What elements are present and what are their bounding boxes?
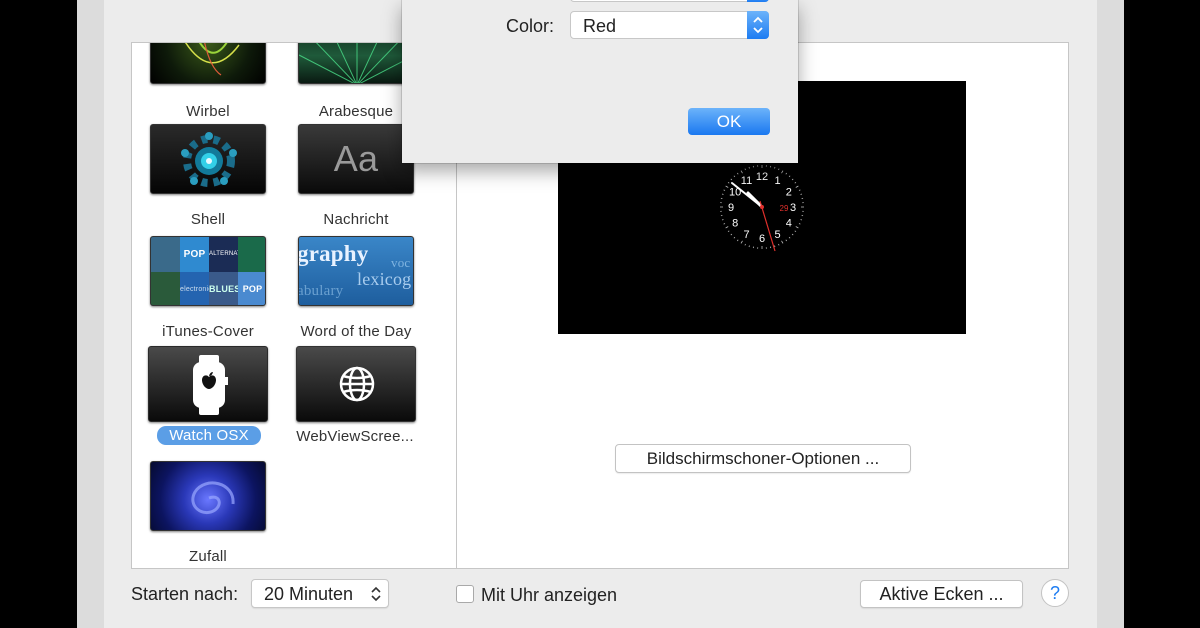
cover-pop: POP bbox=[180, 237, 209, 272]
clock-tick bbox=[736, 239, 739, 242]
clock-tick bbox=[733, 175, 736, 178]
clock-numeral: 11 bbox=[741, 175, 752, 187]
wirbel-thumbnail bbox=[150, 43, 266, 84]
clock-numeral: 5 bbox=[774, 229, 780, 241]
screensaver-label: WebViewScree... bbox=[296, 428, 414, 445]
cover-alternative: ALTERNATIVE bbox=[209, 237, 238, 272]
word-lexicog: lexicog bbox=[357, 269, 412, 289]
screensaver-item-watch-osx[interactable]: Watch OSX bbox=[142, 346, 272, 456]
hot-corners-button[interactable]: Aktive Ecken ... bbox=[860, 580, 1023, 608]
clock-tick bbox=[798, 223, 801, 225]
clock-tick bbox=[785, 239, 788, 242]
clock-tick bbox=[778, 243, 780, 246]
clock-tick bbox=[794, 181, 797, 184]
screensaver-label: Nachricht bbox=[323, 211, 389, 228]
selected-label: Watch OSX bbox=[157, 426, 261, 445]
screensaver-item-word-of-the-day[interactable]: graphy voc lexicog abulary Word of the D… bbox=[291, 236, 421, 340]
screensaver-item-shell[interactable]: Shell bbox=[143, 124, 273, 228]
clock-center bbox=[760, 205, 764, 209]
show-clock-label: Mit Uhr anzeigen bbox=[481, 585, 618, 605]
clock-tick bbox=[791, 178, 794, 181]
screensaver-item-wirbel[interactable]: Wirbel bbox=[143, 43, 273, 120]
clock-tick bbox=[795, 226, 799, 229]
screensaver-label: Zufall bbox=[189, 548, 227, 565]
clock-tick bbox=[725, 226, 729, 229]
clock-tick bbox=[740, 170, 743, 174]
ok-button[interactable]: OK bbox=[688, 108, 770, 135]
clock-tick bbox=[788, 236, 791, 239]
clock-tick bbox=[736, 172, 739, 175]
cover-blues: BLUES bbox=[209, 272, 240, 305]
start-after-select[interactable]: 20 Minuten bbox=[251, 579, 389, 608]
clock-tick bbox=[778, 168, 780, 171]
globe-icon bbox=[339, 366, 375, 402]
screensaver-item-itunes-cover[interactable]: POP ALTERNATIVE electronic BLUES POP iTu… bbox=[143, 236, 273, 340]
screensaver-label: Wirbel bbox=[186, 103, 230, 120]
word-abulary: abulary bbox=[298, 283, 344, 299]
clock-numeral: 9 bbox=[728, 202, 734, 214]
chevron-up-down-icon bbox=[371, 586, 381, 602]
clock-numeral: 1 bbox=[774, 175, 780, 187]
clock-tick bbox=[781, 170, 784, 174]
screensaver-item-zufall[interactable]: Zufall bbox=[143, 461, 273, 565]
nachricht-thumbnail: Aa bbox=[298, 124, 414, 194]
screensaver-label: iTunes-Cover bbox=[162, 323, 254, 340]
clock-tick bbox=[723, 189, 726, 191]
clock-tick bbox=[733, 236, 736, 239]
color-select-value: Red bbox=[583, 16, 617, 36]
show-clock-checkbox[interactable] bbox=[456, 585, 474, 603]
clock-tick bbox=[791, 233, 794, 236]
clock-tick bbox=[781, 240, 784, 244]
help-button[interactable]: ? bbox=[1041, 579, 1069, 607]
clock-tick bbox=[727, 230, 730, 233]
cover-electronic: electronic bbox=[180, 272, 209, 305]
cover-pop-2: POP bbox=[238, 272, 265, 305]
clock-tick bbox=[730, 233, 733, 236]
clock-tick bbox=[785, 172, 788, 175]
watch-icon bbox=[193, 355, 228, 415]
color-select[interactable]: Red bbox=[570, 11, 769, 39]
screensaver-options-button[interactable]: Bildschirmschoner-Optionen ... bbox=[615, 444, 911, 473]
start-after-label: Starten nach: bbox=[131, 584, 239, 604]
clock-numeral: 8 bbox=[732, 218, 738, 230]
clock-tick bbox=[795, 185, 799, 188]
word-graphy: graphy bbox=[298, 241, 369, 266]
clock-tick bbox=[725, 185, 729, 188]
clock-tick bbox=[740, 240, 743, 244]
clock-tick bbox=[723, 223, 726, 225]
screensaver-label: Shell bbox=[190, 211, 226, 228]
clock-numeral: 7 bbox=[743, 229, 749, 241]
clock-tick bbox=[788, 175, 791, 178]
webview-thumbnail bbox=[296, 346, 416, 422]
arabesque-thumbnail bbox=[298, 43, 414, 84]
zufall-thumbnail bbox=[150, 461, 266, 531]
previous-popup[interactable] bbox=[570, 0, 769, 2]
shell-thumbnail bbox=[150, 124, 266, 194]
clock-numeral: 3 bbox=[790, 202, 796, 214]
aa-glyph: Aa bbox=[333, 138, 379, 179]
clock-tick bbox=[744, 168, 746, 171]
word-of-the-day-thumbnail: graphy voc lexicog abulary bbox=[298, 236, 414, 306]
start-after-value: 20 Minuten bbox=[264, 584, 354, 604]
clock-tick bbox=[794, 230, 797, 233]
screensaver-item-webviewscreensaver[interactable]: WebViewScree... bbox=[290, 346, 420, 456]
clock-tick bbox=[744, 243, 746, 246]
clock-tick bbox=[730, 178, 733, 181]
watch-osx-thumbnail bbox=[148, 346, 268, 422]
clock-numeral: 12 bbox=[756, 171, 768, 183]
clock-tick bbox=[727, 181, 730, 184]
popup-chevrons-icon bbox=[747, 11, 769, 39]
clock-tick bbox=[798, 189, 801, 191]
itunes-cover-thumbnail: POP ALTERNATIVE electronic BLUES POP bbox=[150, 236, 266, 306]
screensaver-label: Word of the Day bbox=[300, 323, 412, 340]
clock-numeral: 2 bbox=[786, 187, 792, 199]
clock-numeral: 6 bbox=[759, 233, 765, 245]
clock-numeral: 4 bbox=[786, 218, 792, 230]
clock-date: 29 bbox=[780, 204, 789, 213]
options-dialog: Color: Red bbox=[402, 0, 798, 163]
screensaver-label: Watch OSX bbox=[144, 426, 274, 445]
color-label: Color: bbox=[506, 16, 555, 36]
